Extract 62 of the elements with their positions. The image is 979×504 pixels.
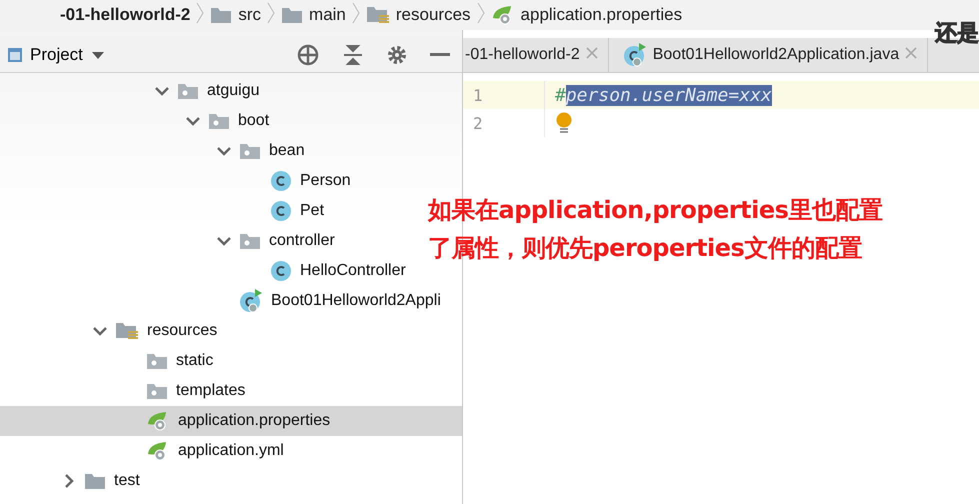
separator-chevron-icon xyxy=(352,0,360,24)
lightbulb-icon[interactable] xyxy=(555,112,573,134)
line-number: 2 xyxy=(463,109,545,137)
chevron-down-icon[interactable] xyxy=(155,84,169,98)
annotation-text: 了属性，则优先peroperties文件的配置 xyxy=(428,233,863,264)
chevron-down-icon[interactable] xyxy=(186,114,200,128)
package-folder-icon xyxy=(146,352,168,370)
tree-item[interactable]: application.yml xyxy=(0,436,288,466)
package-folder-icon xyxy=(177,82,199,100)
editor-tab[interactable]: -01-helloworld-2 xyxy=(463,38,609,72)
comment-marker: # xyxy=(555,84,566,106)
line-number: 1 xyxy=(463,81,545,109)
project-view-icon xyxy=(8,48,22,62)
panel-title[interactable]: Project xyxy=(30,45,83,65)
tree-item[interactable]: application.properties xyxy=(0,406,462,436)
tree-item[interactable]: atguigu xyxy=(0,76,264,106)
tree-item[interactable]: Person xyxy=(0,166,355,196)
collapse-all-icon[interactable] xyxy=(342,44,364,66)
tree-item[interactable]: Boot01Helloworld2Appli xyxy=(0,286,445,316)
spring-app-class-icon xyxy=(622,43,647,67)
class-icon xyxy=(270,170,292,192)
chevron-down-icon[interactable] xyxy=(217,234,231,248)
spring-app-class-icon xyxy=(239,289,263,313)
chevron-down-icon[interactable] xyxy=(217,144,231,158)
package-folder-icon xyxy=(208,112,230,130)
tree-item[interactable]: static xyxy=(0,346,218,376)
folder-icon xyxy=(84,472,106,490)
annotation-text: 如果在application,properties里也配置 xyxy=(428,195,882,226)
chevron-right-icon[interactable] xyxy=(62,474,76,488)
resources-folder-icon xyxy=(366,5,390,25)
package-folder-icon xyxy=(146,382,168,400)
tree-item[interactable]: Pet xyxy=(0,196,328,226)
editor-tab[interactable]: Boot01Helloworld2Application.java xyxy=(608,38,928,72)
package-folder-icon xyxy=(239,232,261,250)
resources-folder-icon xyxy=(115,321,139,341)
tree-item[interactable]: boot xyxy=(0,106,274,136)
breadcrumb-item[interactable]: application.properties xyxy=(520,5,682,25)
tree-item[interactable]: bean xyxy=(0,136,309,166)
minimize-icon[interactable] xyxy=(430,53,450,57)
tree-item[interactable]: test xyxy=(0,466,144,496)
separator-chevron-icon xyxy=(267,0,276,24)
locate-crosshair-icon[interactable] xyxy=(296,43,320,67)
tree-item[interactable]: HelloController xyxy=(0,256,410,286)
tree-item[interactable]: resources xyxy=(0,316,222,346)
package-folder-icon xyxy=(239,142,261,160)
tree-item[interactable]: templates xyxy=(0,376,250,406)
selected-code-text: person.userName=xxx xyxy=(566,84,772,106)
separator-chevron-icon xyxy=(476,0,485,24)
chevron-down-icon[interactable] xyxy=(93,324,107,338)
settings-icon[interactable] xyxy=(386,44,408,66)
breadcrumb-item[interactable]: src xyxy=(238,5,262,25)
breadcrumb-item[interactable]: main xyxy=(309,5,346,25)
folder-icon xyxy=(210,6,232,24)
separator-chevron-icon xyxy=(196,0,204,24)
class-icon xyxy=(270,260,292,282)
breadcrumb-item[interactable]: -01-helloworld-2 xyxy=(60,5,190,25)
class-icon xyxy=(270,200,292,222)
breadcrumb-item[interactable]: resources xyxy=(396,5,471,25)
folder-icon xyxy=(281,6,304,24)
tree-item[interactable]: controller xyxy=(0,226,339,256)
dropdown-caret-icon[interactable] xyxy=(90,50,105,60)
subtitle-text: 还是 xyxy=(935,20,979,48)
